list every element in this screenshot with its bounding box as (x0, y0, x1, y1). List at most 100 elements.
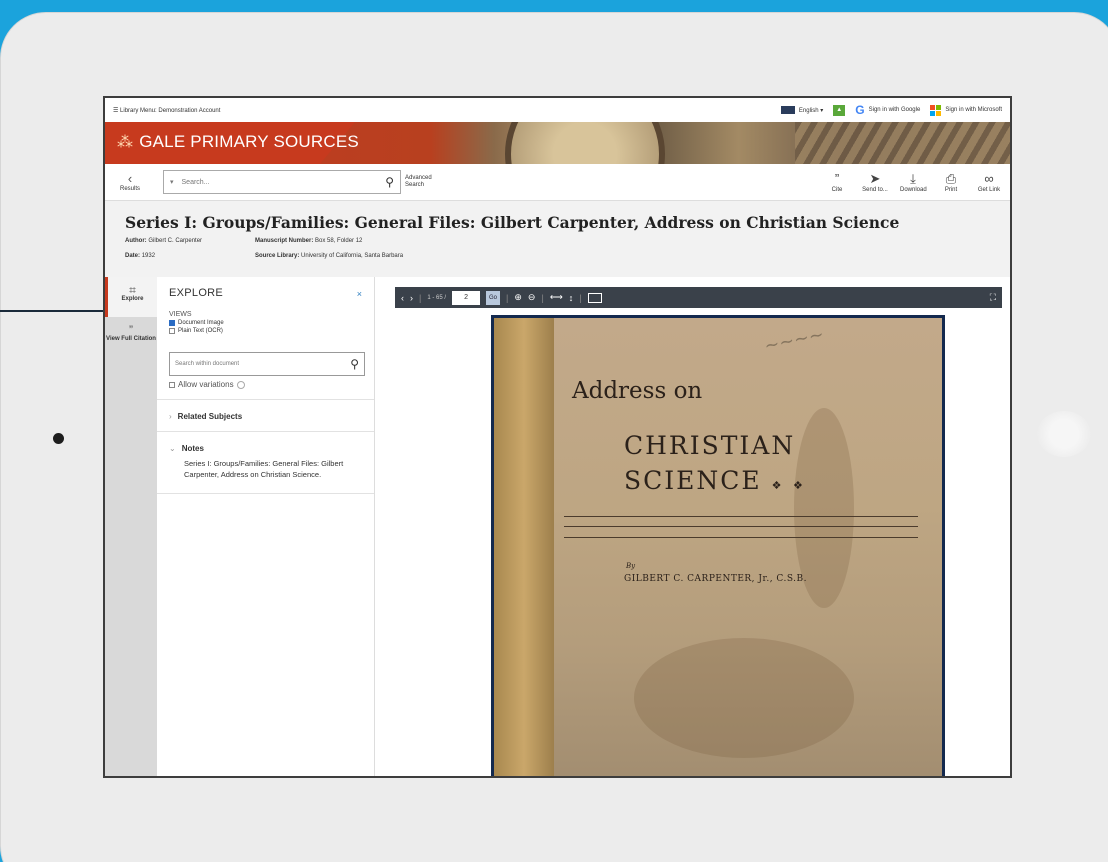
next-page-icon[interactable]: › (410, 293, 413, 303)
send-to-label: Send to... (862, 187, 888, 193)
send-to-button[interactable]: ➤ Send to... (862, 171, 888, 193)
related-subjects-section[interactable]: › Related Subjects (157, 399, 374, 421)
explore-icon: ⌗ (129, 283, 136, 297)
download-button[interactable]: ⤓ Download (900, 171, 927, 193)
image-icon[interactable] (587, 292, 602, 303)
cover-rules (564, 516, 918, 538)
google-classroom-icon: ▲ (833, 104, 846, 116)
get-link-button[interactable]: ∞ Get Link (976, 171, 1002, 193)
cite-button[interactable]: ” Cite (824, 171, 850, 193)
zoom-in-icon[interactable]: ⊕ (514, 292, 522, 303)
map-image (795, 122, 1010, 164)
notes-text: Series I: Groups/Families: General Files… (184, 459, 344, 479)
checkbox-icon[interactable] (169, 328, 175, 334)
microsoft-signin-label: Sign in with Microsoft (945, 107, 1002, 113)
cover-title-line1: Address on (572, 378, 703, 404)
google-signin-button[interactable]: G Sign in with Google (855, 103, 920, 117)
notes-label: Notes (181, 444, 204, 453)
cover-title-block: CHRISTIAN SCIENCE ❖ ❖ (624, 428, 807, 498)
google-signin-label: Sign in with Google (868, 107, 921, 113)
link-icon: ∞ (984, 171, 994, 186)
fit-width-icon[interactable]: ⟷ (550, 292, 563, 303)
explore-heading: EXPLORE (169, 287, 224, 299)
viewer-toolbar: ‹ › | 1 - 65 / 2 Go | ⊕ ⊖ | ⟷ ↕ | ⛶ (395, 287, 1002, 308)
ornament-icon: ❖ ❖ (771, 479, 807, 492)
go-button[interactable]: Go (486, 290, 501, 305)
date-field: Date: 1932 (125, 253, 255, 259)
search-placeholder: Search... (181, 178, 210, 186)
explore-panel: EXPLORE × VIEWS Document Image Plain Tex… (157, 277, 375, 776)
help-icon[interactable] (236, 380, 245, 389)
language-selector[interactable]: English ▾ (780, 106, 824, 114)
notes-section[interactable]: ⌄ Notes Series I: Groups/Families: Genera… (157, 431, 374, 481)
document-metadata: Author: Gilbert C. Carpenter Manuscript … (125, 238, 990, 259)
fit-height-icon[interactable]: ↕ (569, 293, 574, 303)
author-value[interactable]: Gilbert C. Carpenter (148, 238, 202, 244)
rail-explore-tab[interactable]: ⌗ Explore (105, 277, 157, 317)
manuscript-value: Box 58, Folder 12 (315, 238, 363, 244)
stain (634, 638, 854, 758)
source-value: University of California, Santa Barbara (301, 253, 404, 259)
advanced-search-link[interactable]: Advanced Search (405, 175, 435, 189)
checkbox-icon[interactable] (169, 381, 175, 388)
banner: ⁂ GALE PRIMARY SOURCES (105, 122, 1010, 164)
previous-page-icon[interactable]: ‹ (401, 293, 404, 303)
classroom-button[interactable]: ▲ (833, 104, 846, 116)
page-number-input[interactable]: 2 (452, 290, 481, 305)
back-label: Results (119, 186, 140, 193)
search-scope-dropdown[interactable]: ▾ (170, 178, 174, 186)
bullet-dot (53, 433, 64, 444)
rail-citation-label: View Full Citation (106, 336, 156, 342)
spacer (375, 277, 387, 776)
document-title: Series I: Groups/Families: General Files… (125, 213, 900, 232)
back-to-results-button[interactable]: ‹ Results (113, 171, 147, 194)
tool-group: ” Cite ➤ Send to... ⤓ Download ⎙ Print ∞ Get … (824, 171, 1002, 193)
download-label: Download (900, 187, 927, 193)
search-icon[interactable]: ⚲ (385, 175, 394, 189)
cover-title-line3: SCIENCE ❖ ❖ (624, 463, 807, 498)
search-within-input[interactable]: Search within document ⚲ (169, 352, 365, 376)
zoom-out-icon[interactable]: ⊖ (528, 292, 536, 303)
toolbar: ‹ Results ▾ Search... ⚲ Advanced Search … (105, 164, 1010, 201)
author-label: Author: (125, 238, 147, 244)
view-document-image-option[interactable]: Document Image (169, 320, 362, 326)
checkbox-checked-icon[interactable] (169, 320, 175, 326)
print-button[interactable]: ⎙ Print (938, 171, 964, 193)
search-within-placeholder: Search within document (175, 361, 240, 367)
search-input[interactable]: ▾ Search... ⚲ (163, 170, 401, 194)
cover-title-line2: CHRISTIAN (624, 431, 796, 460)
camera-icon (1037, 411, 1091, 457)
fullscreen-icon[interactable]: ⛶ (990, 292, 996, 303)
chevron-down-icon: ⌄ (169, 444, 176, 453)
side-rail: ⌗ Explore ” View Full Citation (105, 277, 157, 776)
rail-explore-label: Explore (121, 296, 144, 302)
top-bar: ☰ Library Menu: Demonstration Account En… (105, 98, 1010, 122)
date-label: Date: (125, 253, 141, 259)
author-field: Author: Gilbert C. Carpenter (125, 238, 255, 244)
citation-icon: ” (129, 323, 133, 337)
microsoft-signin-button[interactable]: Sign in with Microsoft (930, 104, 1002, 116)
browser-screen: ☰ Library Menu: Demonstration Account En… (103, 96, 1012, 778)
download-icon: ⤓ (910, 171, 916, 186)
view-plain-text-option[interactable]: Plain Text (OCR) (169, 328, 362, 334)
print-icon: ⎙ (945, 171, 957, 186)
library-menu-link[interactable]: ☰ Library Menu: Demonstration Account (113, 107, 220, 114)
cite-label: Cite (831, 187, 843, 193)
chevron-left-icon: ‹ (127, 170, 133, 186)
divider: | (506, 292, 509, 303)
allow-variations-option[interactable]: Allow variations (169, 380, 362, 389)
document-page-image: ~~~~ Address on CHRISTIAN SCIENCE ❖ ❖ By… (494, 318, 942, 776)
rail-citation-tab[interactable]: ” View Full Citation (105, 317, 157, 357)
divider (157, 492, 374, 494)
view-plain-text-label: Plain Text (OCR) (178, 328, 223, 334)
page-range: 1 - 65 / (427, 294, 447, 301)
brand-logo[interactable]: ⁂ GALE PRIMARY SOURCES (117, 132, 359, 152)
search-icon[interactable]: ⚲ (350, 357, 359, 371)
microsoft-icon (930, 104, 942, 116)
language-label: English ▾ (798, 107, 824, 114)
close-icon[interactable]: × (357, 289, 362, 299)
chevron-right-icon: › (169, 412, 172, 421)
handwritten-annotation: ~~~~ (762, 323, 826, 358)
document-page-frame[interactable]: ~~~~ Address on CHRISTIAN SCIENCE ❖ ❖ By… (491, 315, 945, 776)
view-document-image-label: Document Image (178, 320, 224, 326)
